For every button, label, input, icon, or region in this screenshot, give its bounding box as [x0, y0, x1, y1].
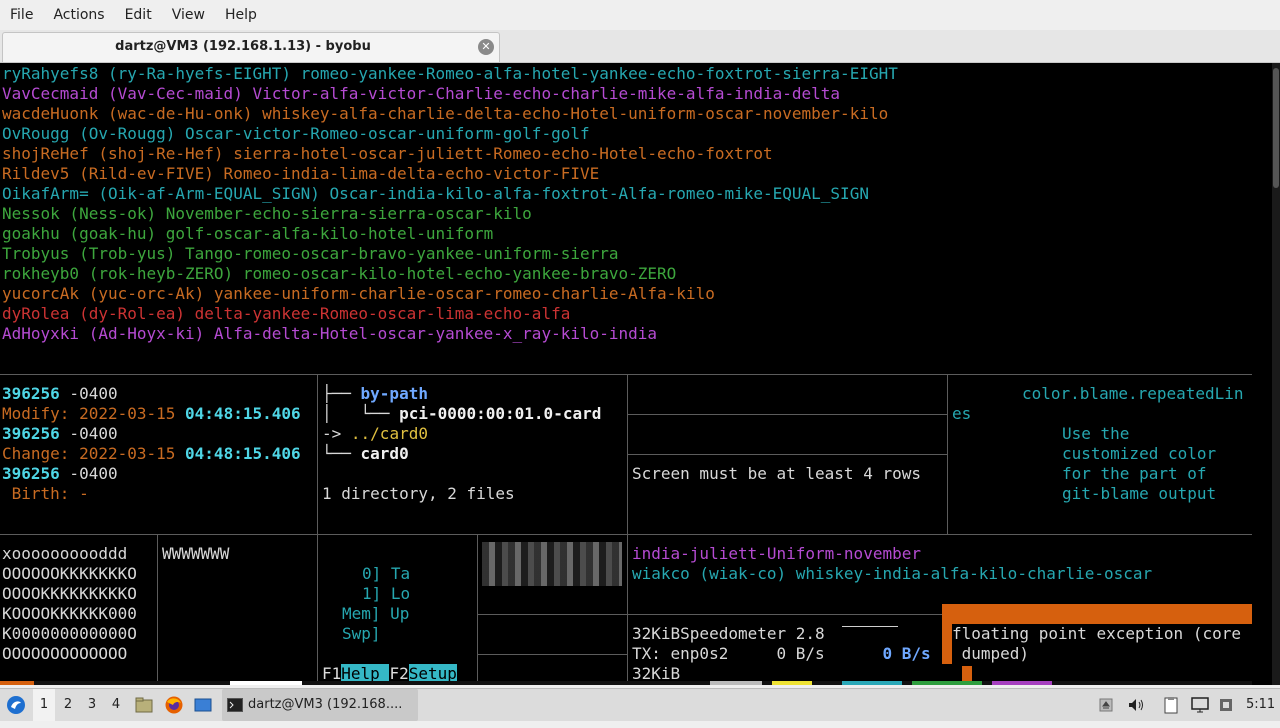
pane-divider	[628, 614, 942, 615]
firefox-icon[interactable]	[164, 689, 186, 721]
volume-icon[interactable]	[1127, 689, 1147, 721]
pane-divider	[478, 614, 627, 615]
menu-actions[interactable]: Actions	[43, 0, 114, 30]
pixel-noise-image	[482, 542, 622, 586]
terminal-tab[interactable]: dartz@VM3 (192.168.1.13) - byobu ✕	[2, 32, 500, 62]
pane-divider	[0, 534, 1252, 535]
pane-divider	[478, 654, 627, 655]
clipboard-icon[interactable]	[1163, 689, 1183, 721]
output-line: yucorcAk (yuc-orc-Ak) yankee-uniform-cha…	[2, 284, 715, 303]
workspace-1[interactable]: 1	[33, 689, 55, 721]
terminal-icon	[227, 698, 243, 712]
scrollbar-thumb[interactable]	[1273, 68, 1279, 188]
screen-message: Screen must be at least 4 rows	[632, 464, 921, 483]
terminal-scrollbar[interactable]	[1272, 63, 1280, 685]
pane-divider	[628, 454, 947, 455]
pane-divider	[947, 374, 948, 534]
output-line: Rildev5 (Rild-ev-FIVE) Romeo-india-lima-…	[2, 164, 600, 183]
desktop-icon[interactable]	[193, 689, 215, 721]
output-line: OvRougg (Ov-Rougg) Oscar-victor-Romeo-os…	[2, 124, 590, 143]
clock: 5:11	[1246, 697, 1276, 712]
taskbar: 1 2 3 4 dartz@VM3 (192.168.... 5:11	[0, 688, 1280, 721]
pane-divider	[0, 374, 1252, 375]
menu-help[interactable]: Help	[215, 0, 267, 30]
nato-line: wiakco (wiak-co) whiskey-india-alfa-kilo…	[632, 564, 1153, 583]
pane-divider	[627, 374, 628, 685]
output-line: ryRahyefs8 (ry-Ra-hyefs-EIGHT) romeo-yan…	[2, 64, 898, 83]
start-menu-icon[interactable]	[6, 689, 28, 721]
output-line: wacdeHuonk (wac-de-Hu-onk) whiskey-alfa-…	[2, 104, 889, 123]
output-line: Trobyus (Trob-yus) Tango-romeo-oscar-bra…	[2, 244, 619, 263]
pane-divider	[317, 374, 318, 685]
menu-file[interactable]: File	[0, 0, 43, 30]
tab-title: dartz@VM3 (192.168.1.13) - byobu	[115, 39, 371, 54]
fpe-banner	[942, 604, 1252, 624]
menu-bar: File Actions Edit View Help	[0, 0, 1280, 30]
byobu-status-bar	[0, 681, 1252, 685]
output-line: goakhu (goak-hu) golf-oscar-alfa-kilo-ho…	[2, 224, 494, 243]
menu-view[interactable]: View	[162, 0, 215, 30]
close-tab-icon[interactable]: ✕	[478, 39, 494, 55]
workspace-3[interactable]: 3	[81, 689, 103, 721]
pane-divider	[477, 534, 478, 685]
pane-divider	[157, 534, 158, 685]
taskbar-terminal-task[interactable]: dartz@VM3 (192.168....	[222, 689, 418, 721]
output-line: dyRolea (dy-Rol-ea) delta-yankee-Romeo-o…	[2, 304, 571, 323]
eject-icon[interactable]	[1098, 689, 1116, 721]
workspace-2[interactable]: 2	[57, 689, 79, 721]
pane-divider	[628, 414, 947, 415]
network-icon[interactable]	[1191, 689, 1211, 721]
menu-edit[interactable]: Edit	[115, 0, 162, 30]
www-pane: WWWWWWW	[162, 544, 230, 563]
power-icon[interactable]	[1218, 689, 1238, 721]
tab-bar: dartz@VM3 (192.168.1.13) - byobu ✕	[0, 30, 1280, 63]
terminal-area[interactable]: ryRahyefs8 (ry-Ra-hyefs-EIGHT) romeo-yan…	[0, 63, 1280, 685]
workspace-4[interactable]: 4	[105, 689, 127, 721]
taskbar-task-label: dartz@VM3 (192.168....	[248, 697, 403, 712]
output-line: AdHoyxki (Ad-Hoyx-ki) Alfa-delta-Hotel-o…	[2, 324, 658, 343]
nato-line: india-juliett-Uniform-november	[632, 544, 921, 563]
output-line: VavCecmaid (Vav-Cec-maid) Victor-alfa-vi…	[2, 84, 841, 103]
output-line: Nessok (Ness-ok) November-echo-sierra-si…	[2, 204, 532, 223]
output-line: rokheyb0 (rok-heyb-ZERO) romeo-oscar-kil…	[2, 264, 677, 283]
output-line: OikafArm= (Oik-af-Arm-EQUAL_SIGN) Oscar-…	[2, 184, 869, 203]
output-line: shojReHef (shoj-Re-Hef) sierra-hotel-osc…	[2, 144, 773, 163]
file-manager-icon[interactable]	[134, 689, 156, 721]
